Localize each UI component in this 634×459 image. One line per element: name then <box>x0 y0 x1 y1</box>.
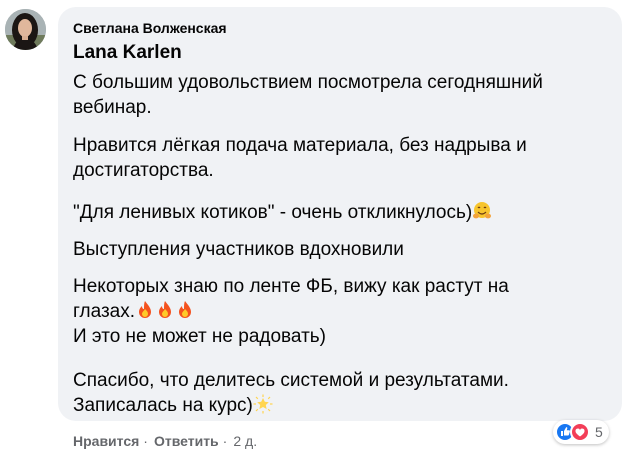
comment-actions: Нравится · Ответить · 2 д. <box>73 433 257 449</box>
separator-dot: · <box>222 433 228 449</box>
comment-line: Некоторых знаю по ленте ФБ, вижу как рас… <box>73 276 509 297</box>
comment-line: Нравится лёгкая подача материала, без на… <box>73 135 527 156</box>
fire-icon <box>139 301 152 318</box>
reactions-summary[interactable]: 5 <box>553 420 609 444</box>
reply-link[interactable]: Ответить <box>154 433 219 449</box>
love-icon <box>570 422 590 442</box>
comment-paragraph: С большим удовольствием посмотрела сегод… <box>73 70 543 120</box>
comment-line: Выступления участников вдохновили <box>73 239 404 260</box>
tagged-name[interactable]: Lana Karlen <box>73 42 182 64</box>
comment-paragraph: "Для ленивых котиков" - очень откликнуло… <box>73 200 492 225</box>
comment-line: "Для ленивых котиков" - очень откликнуло… <box>73 202 473 223</box>
hugging-face-icon <box>473 202 492 219</box>
comment-line: Записалась на курс) <box>73 395 253 416</box>
comment-line: Спасибо, что делитесь системой и результ… <box>73 370 509 391</box>
comment-line: достигаторства. <box>73 160 214 181</box>
like-link[interactable]: Нравится <box>73 433 139 449</box>
comment-timestamp[interactable]: 2 д. <box>233 433 257 449</box>
comment-author[interactable]: Светлана Волженская <box>73 20 227 36</box>
reaction-count: 5 <box>595 424 603 440</box>
comment-line: глазах. <box>73 301 136 322</box>
fire-icon <box>179 301 192 318</box>
glowing-star-icon <box>253 394 273 414</box>
comment-line: И это не может не радовать) <box>73 326 327 347</box>
separator-dot: · <box>143 433 148 449</box>
comment-line: вебинар. <box>73 97 152 118</box>
comment-paragraph: Нравится лёгкая подача материала, без на… <box>73 133 527 183</box>
avatar-photo <box>5 9 46 50</box>
comment-paragraph: Некоторых знаю по ленте ФБ, вижу как рас… <box>73 274 509 349</box>
comment-paragraph: Выступления участников вдохновили <box>73 237 404 262</box>
comment-paragraph: Спасибо, что делитесь системой и результ… <box>73 368 509 418</box>
fire-icon <box>159 301 172 318</box>
avatar[interactable] <box>5 9 46 50</box>
comment-line: С большим удовольствием посмотрела сегод… <box>73 72 543 93</box>
